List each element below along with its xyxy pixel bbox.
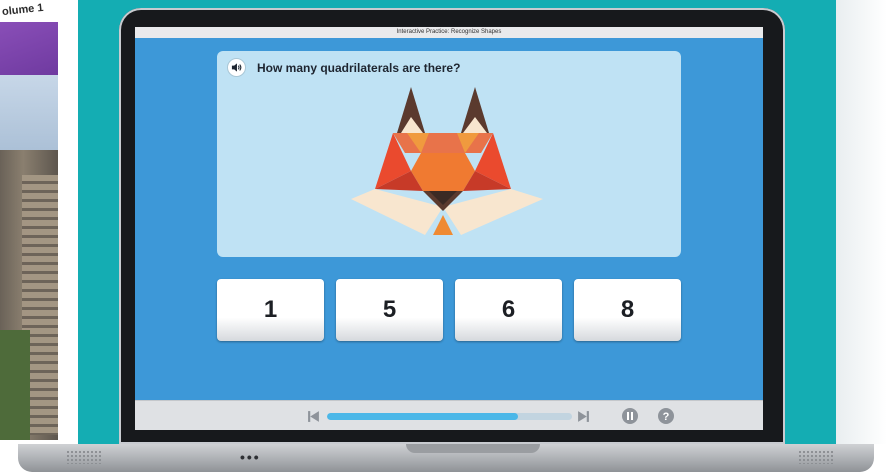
svg-text:?: ? — [663, 411, 670, 423]
fox-shape-picture — [351, 87, 543, 235]
question-panel: How many quadrilaterals are there? — [217, 51, 681, 257]
book-cover: olume 1 — [0, 0, 58, 440]
center-hexagon — [411, 153, 475, 191]
book-tree — [0, 330, 30, 440]
pause-icon — [622, 408, 638, 424]
help-icon: ? — [658, 408, 674, 424]
answer-button-3[interactable]: 6 — [455, 279, 562, 341]
right-fade — [836, 0, 887, 444]
right-speaker-grille — [798, 450, 834, 464]
answer-button-4[interactable]: 8 — [574, 279, 681, 341]
help-button[interactable]: ? — [658, 408, 674, 424]
laptop-base: ••• — [18, 444, 874, 472]
audio-button[interactable] — [227, 58, 246, 77]
skip-back-icon — [307, 410, 319, 422]
answer-button-2[interactable]: 5 — [336, 279, 443, 341]
forehead-trapezoid — [393, 133, 493, 153]
progress-bar[interactable] — [327, 413, 572, 420]
base-notch — [406, 444, 540, 453]
window-title: Interactive Practice: Recognize Shapes — [135, 27, 763, 38]
book-purple-band — [0, 20, 58, 75]
skip-back-button[interactable] — [305, 408, 321, 424]
answer-choices: 1 5 6 8 — [217, 279, 683, 341]
chin — [433, 215, 453, 235]
question-text: How many quadrilaterals are there? — [257, 61, 461, 75]
skip-forward-icon — [577, 410, 589, 422]
app-screen: Interactive Practice: Recognize Shapes H… — [135, 27, 763, 430]
skip-forward-button[interactable] — [575, 408, 591, 424]
more-dots-icon: ••• — [240, 449, 261, 465]
playback-controls: ? — [135, 400, 763, 430]
left-speaker-grille — [66, 450, 102, 464]
pause-button[interactable] — [622, 408, 638, 424]
progress-fill — [327, 413, 519, 420]
speaker-icon — [231, 63, 242, 72]
answer-button-1[interactable]: 1 — [217, 279, 324, 341]
